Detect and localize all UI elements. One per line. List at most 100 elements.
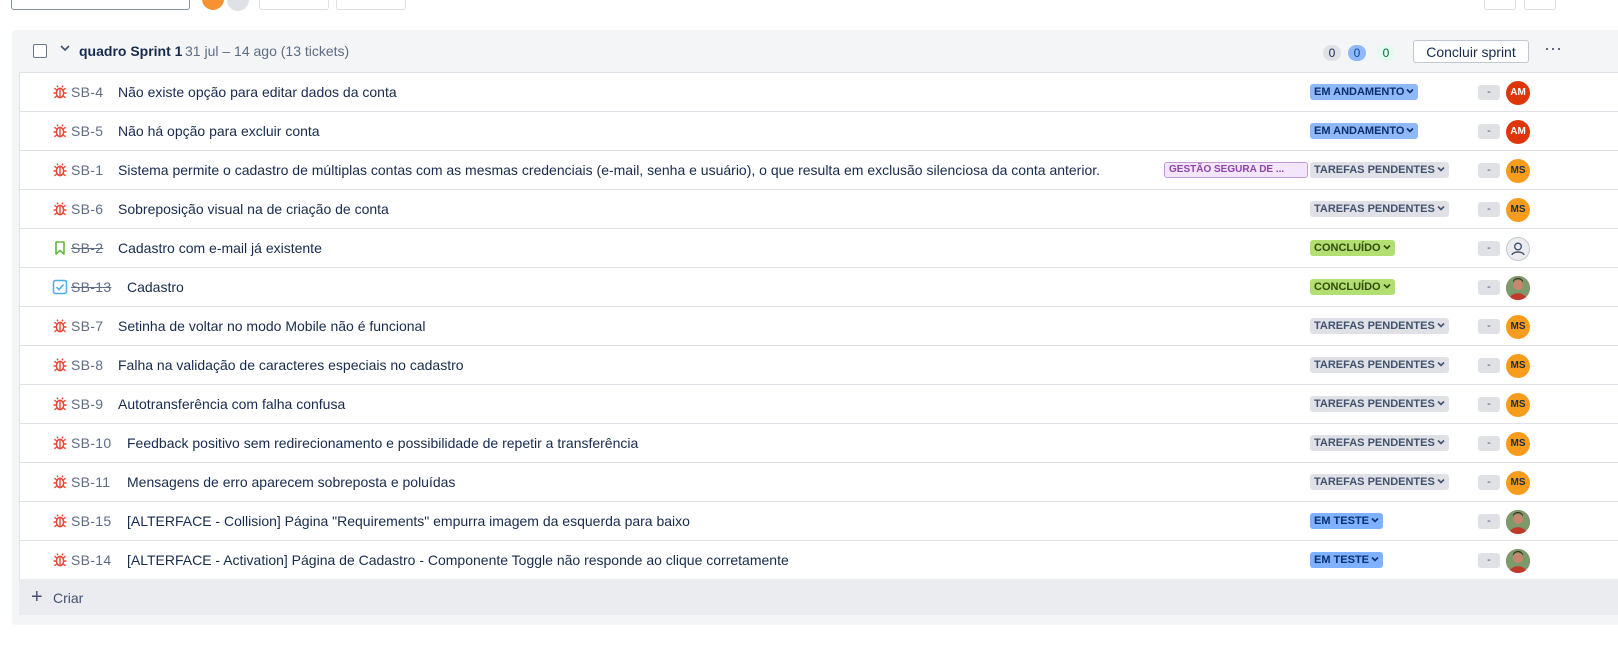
issue-summary[interactable]: Falha na validação de caracteres especia… xyxy=(118,357,464,373)
issue-key[interactable]: SB-4 xyxy=(71,84,103,100)
search-input[interactable] xyxy=(11,0,190,10)
estimate-badge[interactable]: - xyxy=(1478,358,1500,373)
epic-badge[interactable]: GESTÃO SEGURA DE ... xyxy=(1164,162,1308,178)
issue-summary[interactable]: Cadastro com e-mail já existente xyxy=(118,240,322,256)
status-dropdown[interactable]: TAREFAS PENDENTES xyxy=(1310,474,1449,490)
issue-summary[interactable]: Setinha de voltar no modo Mobile não é f… xyxy=(118,318,425,334)
chevron-down-icon xyxy=(1437,318,1445,334)
issue-key[interactable]: SB-13 xyxy=(71,279,111,295)
status-dropdown[interactable]: TAREFAS PENDENTES xyxy=(1310,162,1449,178)
status-dropdown[interactable]: TAREFAS PENDENTES xyxy=(1310,396,1449,412)
filter-button[interactable] xyxy=(259,0,329,10)
status-dropdown[interactable]: TAREFAS PENDENTES xyxy=(1310,435,1449,451)
estimate-badge[interactable]: - xyxy=(1478,319,1500,334)
issue-row[interactable]: SB-8 Falha na validação de caracteres esp… xyxy=(20,346,1618,385)
issue-row[interactable]: SB-5 Não há opção para excluir conta EM AN… xyxy=(20,112,1618,151)
issue-row[interactable]: SB-15 [ALTERFACE - Collision] Página "Req… xyxy=(20,502,1618,541)
status-dropdown[interactable]: EM TESTE xyxy=(1310,513,1384,529)
create-issue-button[interactable]: + Criar xyxy=(19,579,1618,615)
avatar[interactable]: MS xyxy=(1506,432,1530,456)
more-icon[interactable]: ··· xyxy=(1541,38,1565,62)
issue-summary[interactable]: [ALTERFACE - Collision] Página "Requirem… xyxy=(127,513,690,529)
issue-summary[interactable]: Não existe opção para editar dados da co… xyxy=(118,84,397,100)
issue-key[interactable]: SB-15 xyxy=(71,513,111,529)
issue-key[interactable]: SB-10 xyxy=(71,435,111,451)
issue-key[interactable]: SB-6 xyxy=(71,201,103,217)
issue-row[interactable]: SB-10 Feedback positivo sem redirecioname… xyxy=(20,424,1618,463)
avatar[interactable]: AM xyxy=(1506,81,1530,105)
issue-summary[interactable]: Autotransferência com falha confusa xyxy=(118,396,345,412)
avatar-filter[interactable] xyxy=(202,0,224,10)
issue-summary[interactable]: Feedback positivo sem redirecionamento e… xyxy=(127,435,638,451)
avatar[interactable]: MS xyxy=(1506,159,1530,183)
avatar[interactable] xyxy=(1506,549,1530,573)
toolbar-button[interactable] xyxy=(1484,0,1516,10)
chevron-down-icon xyxy=(1371,552,1379,568)
issue-row[interactable]: SB-1 Sistema permite o cadastro de múltip… xyxy=(20,151,1618,190)
issue-summary[interactable]: Cadastro xyxy=(127,279,184,295)
status-dropdown[interactable]: TAREFAS PENDENTES xyxy=(1310,318,1449,334)
issue-key[interactable]: SB-11 xyxy=(71,474,110,490)
avatar-filter[interactable] xyxy=(226,0,250,12)
issue-summary[interactable]: [ALTERFACE - Activation] Página de Cadas… xyxy=(127,552,789,568)
issue-row[interactable]: SB-6 Sobreposição visual na de criação de… xyxy=(20,190,1618,229)
status-dropdown[interactable]: EM ANDAMENTO xyxy=(1310,84,1419,100)
issue-row[interactable]: SB-14 [ALTERFACE - Activation] Página de … xyxy=(20,541,1618,579)
status-dropdown[interactable]: EM TESTE xyxy=(1310,552,1384,568)
complete-sprint-button[interactable]: Concluir sprint xyxy=(1413,40,1529,63)
issue-row[interactable]: SB-13 Cadastro CONCLUÍDO - xyxy=(20,268,1618,307)
status-dropdown[interactable]: TAREFAS PENDENTES xyxy=(1310,357,1449,373)
issue-key[interactable]: SB-14 xyxy=(71,552,111,568)
issue-summary[interactable]: Sobreposição visual na de criação de con… xyxy=(118,201,389,217)
estimate-badge[interactable]: - xyxy=(1478,202,1500,217)
avatar[interactable] xyxy=(1506,237,1530,261)
chevron-down-icon xyxy=(1437,396,1445,412)
status-dropdown[interactable]: TAREFAS PENDENTES xyxy=(1310,201,1449,217)
issue-key[interactable]: SB-7 xyxy=(71,318,103,334)
issue-key[interactable]: SB-2 xyxy=(71,240,103,256)
estimate-badge[interactable]: - xyxy=(1478,553,1500,568)
chevron-down-icon xyxy=(1383,240,1391,256)
estimate-badge[interactable]: - xyxy=(1478,436,1500,451)
estimate-badge[interactable]: - xyxy=(1478,124,1500,139)
avatar[interactable] xyxy=(1506,276,1530,300)
estimate-badge[interactable]: - xyxy=(1478,514,1500,529)
issue-row[interactable]: SB-11 Mensagens de erro aparecem sobrepos… xyxy=(20,463,1618,502)
status-dropdown[interactable]: EM ANDAMENTO xyxy=(1310,123,1419,139)
avatar[interactable]: MS xyxy=(1506,198,1530,222)
status-label: CONCLUÍDO xyxy=(1314,281,1381,293)
issue-key[interactable]: SB-5 xyxy=(71,123,103,139)
estimate-badge[interactable]: - xyxy=(1478,397,1500,412)
issue-key[interactable]: SB-8 xyxy=(71,357,103,373)
issue-summary[interactable]: Sistema permite o cadastro de múltiplas … xyxy=(118,162,1100,178)
estimate-badge[interactable]: - xyxy=(1478,241,1500,256)
sprint-checkbox[interactable] xyxy=(33,44,47,58)
filter-button[interactable] xyxy=(336,0,406,10)
estimate-badge[interactable]: - xyxy=(1478,280,1500,295)
chevron-down-icon[interactable] xyxy=(58,41,72,55)
sprint-dates: 31 jul – 14 ago (13 tickets) xyxy=(185,43,350,59)
status-label: TAREFAS PENDENTES xyxy=(1314,437,1435,449)
issue-row[interactable]: SB-7 Setinha de voltar no modo Mobile não… xyxy=(20,307,1618,346)
avatar[interactable]: MS xyxy=(1506,315,1530,339)
status-label: TAREFAS PENDENTES xyxy=(1314,398,1435,410)
estimate-badge[interactable]: - xyxy=(1478,475,1500,490)
issue-key[interactable]: SB-9 xyxy=(71,396,103,412)
issue-row[interactable]: SB-2 Cadastro com e-mail já existente CONC… xyxy=(20,229,1618,268)
issue-summary[interactable]: Não há opção para excluir conta xyxy=(118,123,320,139)
create-label: Criar xyxy=(53,590,84,606)
avatar[interactable]: MS xyxy=(1506,471,1530,495)
avatar[interactable]: MS xyxy=(1506,354,1530,378)
issue-row[interactable]: SB-9 Autotransferência com falha confusa T… xyxy=(20,385,1618,424)
issue-key[interactable]: SB-1 xyxy=(71,162,103,178)
avatar[interactable] xyxy=(1506,510,1530,534)
status-dropdown[interactable]: CONCLUÍDO xyxy=(1310,279,1395,295)
estimate-badge[interactable]: - xyxy=(1478,85,1500,100)
issue-row[interactable]: SB-4 Não existe opção para editar dados d… xyxy=(20,73,1618,112)
estimate-badge[interactable]: - xyxy=(1478,163,1500,178)
avatar[interactable]: AM xyxy=(1506,120,1530,144)
status-dropdown[interactable]: CONCLUÍDO xyxy=(1310,240,1395,256)
issue-summary[interactable]: Mensagens de erro aparecem sobreposta e … xyxy=(127,474,455,490)
avatar[interactable]: MS xyxy=(1506,393,1530,417)
toolbar-button[interactable] xyxy=(1524,0,1556,10)
